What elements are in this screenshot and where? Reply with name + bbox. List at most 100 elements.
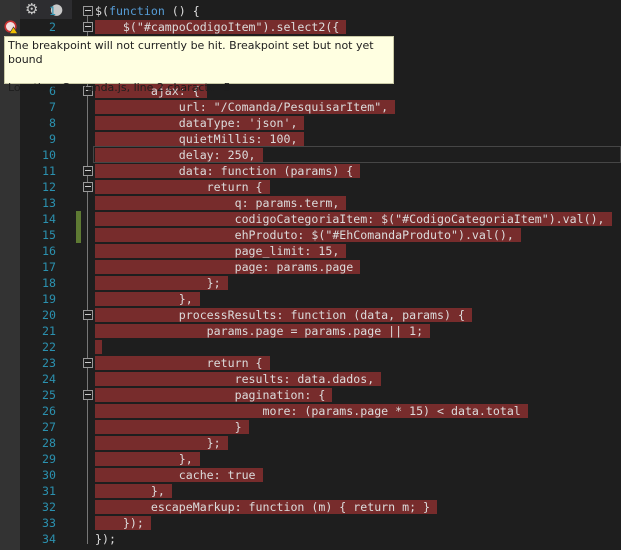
highlight-padding bbox=[255, 148, 263, 162]
breakpoint-highlight: page_limit: 15, bbox=[95, 244, 340, 258]
code-text: }, bbox=[95, 483, 172, 499]
collapse-icon[interactable] bbox=[83, 166, 93, 176]
code-line[interactable]: 21 params.page = params.page || 1; bbox=[0, 323, 621, 339]
highlight-padding bbox=[192, 292, 200, 306]
code-line[interactable]: 24 results: data.dados, bbox=[0, 371, 621, 387]
highlight-padding bbox=[430, 500, 438, 514]
code-line[interactable]: 14 codigoCategoriaItem: $("#CodigoCatego… bbox=[0, 211, 621, 227]
highlight-padding bbox=[95, 340, 102, 354]
code-text: }); bbox=[95, 531, 116, 547]
code-line[interactable]: 1 $(function () { bbox=[0, 3, 621, 19]
highlight-padding bbox=[241, 420, 249, 434]
code-text: url: "/Comanda/PesquisarItem", bbox=[95, 99, 396, 115]
highlight-padding bbox=[353, 260, 361, 274]
code-line[interactable]: 30 cache: true bbox=[0, 467, 621, 483]
line-number: 1 bbox=[49, 4, 56, 18]
collapse-icon[interactable] bbox=[83, 358, 93, 368]
code-line[interactable]: 16 page_limit: 15, bbox=[0, 243, 621, 259]
collapse-icon[interactable] bbox=[83, 6, 93, 16]
code-line[interactable]: 7 url: "/Comanda/PesquisarItem", bbox=[0, 99, 621, 115]
highlight-padding bbox=[143, 516, 151, 530]
code-line[interactable]: 2 $("#campoCodigoItem").select2({ bbox=[0, 19, 621, 35]
code-line[interactable]: 26 more: (params.page * 15) < data.total bbox=[0, 403, 621, 419]
line-number: 30 bbox=[42, 468, 56, 482]
code-line[interactable]: 11 data: function (params) { bbox=[0, 163, 621, 179]
breakpoint-highlight: return { bbox=[95, 356, 263, 370]
code-line[interactable]: 34}); bbox=[0, 531, 621, 547]
code-line[interactable]: 13 q: params.term, bbox=[0, 195, 621, 211]
code-line[interactable]: 19 }, bbox=[0, 291, 621, 307]
code-line[interactable]: 10 delay: 250, bbox=[0, 147, 621, 163]
line-number: 17 bbox=[42, 260, 56, 274]
code-line[interactable]: 18 }; bbox=[0, 275, 621, 291]
change-marker bbox=[76, 211, 81, 243]
highlight-padding bbox=[262, 180, 270, 194]
breakpoint-highlight: ehProduto: $("#EhComandaProduto").val(), bbox=[95, 228, 514, 242]
code-token: }); bbox=[95, 532, 116, 546]
highlight-padding bbox=[220, 276, 228, 290]
highlight-padding bbox=[520, 404, 528, 418]
code-line[interactable]: 33 }); bbox=[0, 515, 621, 531]
code-line[interactable]: 12 return { bbox=[0, 179, 621, 195]
code-line[interactable]: 25 pagination: { bbox=[0, 387, 621, 403]
breakpoint-highlight: }; bbox=[95, 436, 221, 450]
code-text: } bbox=[95, 419, 249, 435]
breakpoint-highlight: results: data.dados, bbox=[95, 372, 375, 386]
line-number: 10 bbox=[42, 148, 56, 162]
code-line[interactable]: 27 } bbox=[0, 419, 621, 435]
code-text: cache: true bbox=[95, 467, 263, 483]
line-number: 31 bbox=[42, 484, 56, 498]
code-text: page_limit: 15, bbox=[95, 243, 347, 259]
line-number: 25 bbox=[42, 388, 56, 402]
code-line[interactable]: 15 ehProduto: $("#EhComandaProduto").val… bbox=[0, 227, 621, 243]
code-line[interactable]: 22 bbox=[0, 339, 621, 355]
highlight-padding bbox=[255, 468, 263, 482]
breakpoint-highlight: url: "/Comanda/PesquisarItem", bbox=[95, 100, 389, 114]
code-token: () { bbox=[164, 4, 200, 18]
code-line[interactable]: 8 dataType: 'json', bbox=[0, 115, 621, 131]
highlight-padding bbox=[192, 452, 200, 466]
line-number: 14 bbox=[42, 212, 56, 226]
code-line[interactable]: 20 processResults: function (data, param… bbox=[0, 307, 621, 323]
tooltip-message: The breakpoint will not currently be hit… bbox=[8, 39, 374, 66]
line-number: 29 bbox=[42, 452, 56, 466]
breakpoint-warning-icon[interactable] bbox=[4, 20, 18, 34]
line-number: 12 bbox=[42, 180, 56, 194]
code-text: results: data.dados, bbox=[95, 371, 382, 387]
breakpoint-highlight: dataType: 'json', bbox=[95, 116, 298, 130]
highlight-padding bbox=[164, 484, 172, 498]
code-text: dataType: 'json', bbox=[95, 115, 305, 131]
breakpoint-highlight: escapeMarkup: function (m) { return m; } bbox=[95, 500, 431, 514]
code-line[interactable]: 32 escapeMarkup: function (m) { return m… bbox=[0, 499, 621, 515]
line-number: 26 bbox=[42, 404, 56, 418]
code-line[interactable]: 17 page: params.page bbox=[0, 259, 621, 275]
collapse-icon[interactable] bbox=[83, 310, 93, 320]
collapse-icon[interactable] bbox=[83, 182, 93, 192]
code-text: return { bbox=[95, 179, 270, 195]
line-number: 28 bbox=[42, 436, 56, 450]
highlight-padding bbox=[604, 212, 612, 226]
collapse-icon[interactable] bbox=[83, 22, 93, 32]
code-line[interactable]: 23 return { bbox=[0, 355, 621, 371]
breakpoint-highlight: }); bbox=[95, 516, 144, 530]
code-line[interactable]: 28 }; bbox=[0, 435, 621, 451]
breakpoint-highlight: }, bbox=[95, 292, 193, 306]
code-text: q: params.term, bbox=[95, 195, 347, 211]
collapse-icon[interactable] bbox=[83, 390, 93, 400]
code-token: $( bbox=[95, 4, 109, 18]
highlight-padding bbox=[374, 372, 382, 386]
line-number: 19 bbox=[42, 292, 56, 306]
line-number: 32 bbox=[42, 500, 56, 514]
highlight-padding bbox=[262, 356, 270, 370]
code-text: data: function (params) { bbox=[95, 163, 361, 179]
highlight-padding bbox=[353, 164, 361, 178]
highlight-padding bbox=[220, 436, 228, 450]
code-line[interactable]: 31 }, bbox=[0, 483, 621, 499]
line-number: 15 bbox=[42, 228, 56, 242]
code-line[interactable]: 29 }, bbox=[0, 451, 621, 467]
keyword: function bbox=[108, 4, 165, 18]
code-text: more: (params.page * 15) < data.total bbox=[95, 403, 528, 419]
line-number: 13 bbox=[42, 196, 56, 210]
code-text: pagination: { bbox=[95, 387, 333, 403]
code-line[interactable]: 9 quietMillis: 100, bbox=[0, 131, 621, 147]
